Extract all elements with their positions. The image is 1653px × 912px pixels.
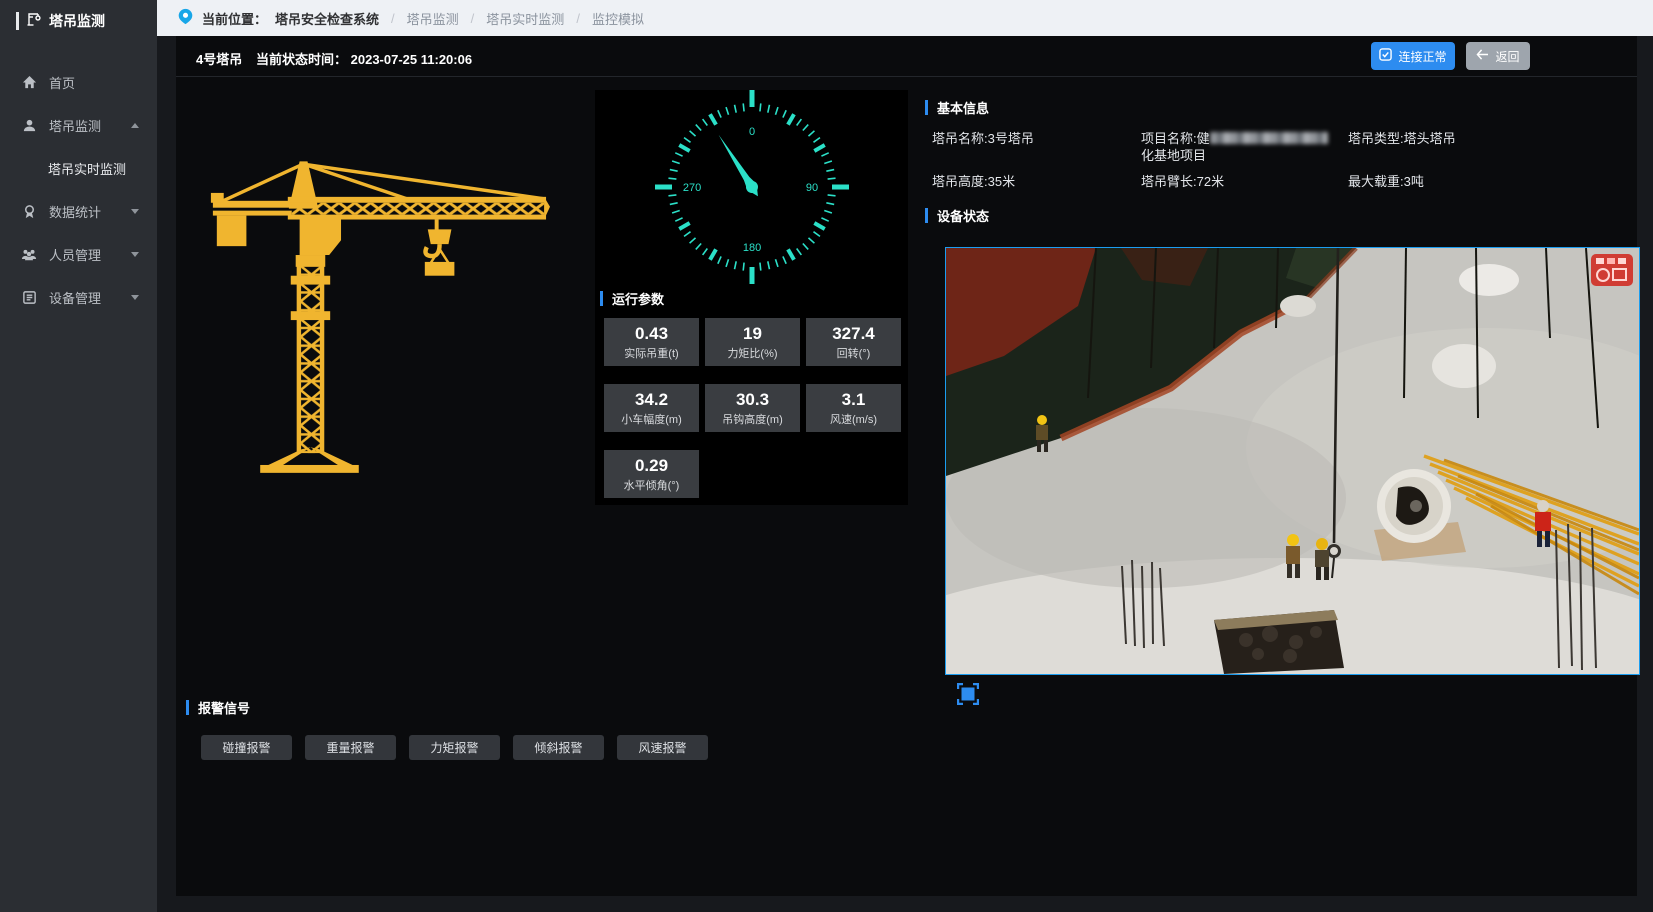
back-button[interactable]: 返回 <box>1466 42 1530 70</box>
sidebar-item-crane-realtime[interactable]: 塔吊实时监测 <box>0 148 157 188</box>
redacted-text <box>1210 132 1328 144</box>
device-icon <box>21 289 37 305</box>
status-time: 当前状态时间： 2023-07-25 11:20:06 <box>256 49 472 68</box>
alarm-buttons: 碰撞报警 重量报警 力矩报警 倾斜报警 风速报警 <box>201 735 708 760</box>
sidebar-item-label: 塔吊监测 <box>49 116 101 135</box>
param-tile: 30.3吊钩高度(m) <box>705 384 800 432</box>
max-load-value: 最大载重:3吨 <box>1348 173 1424 190</box>
sidebar-item-data-stats[interactable]: 数据统计 <box>0 191 157 231</box>
breadcrumb-root[interactable]: 塔吊安全检查系统 <box>275 9 379 28</box>
check-square-icon <box>1379 48 1392 64</box>
back-button-label: 返回 <box>1495 48 1519 65</box>
connect-button-label: 连接正常 <box>1398 48 1446 65</box>
crane-name: 4号塔吊 <box>196 49 242 68</box>
title-accent-bar <box>186 700 189 715</box>
breadcrumb-separator: / <box>391 11 395 26</box>
sidebar-item-label: 首页 <box>49 73 75 92</box>
param-tile: 0.29水平倾角(°) <box>604 450 699 498</box>
stats-badge-icon <box>21 203 37 219</box>
basic-info-section: 基本信息 塔吊名称:3号塔吊 项目名称:健 化基地项目 塔吊类型:塔头塔吊 塔吊… <box>925 98 1640 117</box>
sidebar-item-label: 设备管理 <box>49 288 101 307</box>
gauge-label-0: 0 <box>749 126 755 138</box>
crane-silhouette <box>211 161 550 472</box>
title-accent-bar <box>925 208 928 223</box>
main-panel: 4号塔吊 当前状态时间： 2023-07-25 11:20:06 连接正常 返回 <box>176 36 1637 896</box>
breadcrumb: 当前位置： 塔吊安全检查系统 / 塔吊监测 / 塔吊实时监测 / 监控模拟 <box>157 0 1653 36</box>
fullscreen-icon[interactable] <box>957 683 979 705</box>
alarm-button-wind[interactable]: 风速报警 <box>617 735 708 760</box>
run-params-row: 34.2小车幅度(m) 30.3吊钩高度(m) 3.1风速(m/s) <box>604 384 901 432</box>
device-status-title: 设备状态 <box>925 206 989 225</box>
sidebar-logo: 塔吊监测 <box>0 0 157 42</box>
param-tile: 3.1风速(m/s) <box>806 384 901 432</box>
breadcrumb-item[interactable]: 塔吊监测 <box>407 9 459 28</box>
crane-name-value: 塔吊名称:3号塔吊 <box>932 130 1137 147</box>
chevron-up-icon <box>131 123 139 128</box>
alarm-button-moment[interactable]: 力矩报警 <box>409 735 500 760</box>
run-params-row: 0.29水平倾角(°) <box>604 450 699 498</box>
param-tile: 0.43实际吊重(t) <box>604 318 699 366</box>
gauge-label-90: 90 <box>806 182 818 194</box>
breadcrumb-item[interactable]: 监控模拟 <box>592 9 644 28</box>
gauge-label-180: 180 <box>743 242 761 254</box>
sidebar-item-label: 塔吊实时监测 <box>48 159 126 178</box>
camera-watermark-icon <box>1591 254 1633 286</box>
sidebar-item-personnel[interactable]: 人员管理 <box>0 234 157 274</box>
back-arrow-icon <box>1476 49 1489 63</box>
alarm-button-tilt[interactable]: 倾斜报警 <box>513 735 604 760</box>
chevron-down-icon <box>131 209 139 214</box>
breadcrumb-item[interactable]: 塔吊实时监测 <box>486 9 564 28</box>
param-tile: 19力矩比(%) <box>705 318 800 366</box>
title-accent-bar <box>925 100 928 115</box>
arm-length-value: 塔吊臂长:72米 <box>1141 173 1351 190</box>
tower-crane-illustration <box>205 155 550 495</box>
sidebar-item-home[interactable]: 首页 <box>0 62 157 102</box>
run-params-title: 运行参数 <box>600 289 664 308</box>
crane-logo-icon <box>26 11 42 32</box>
basic-info-title: 基本信息 <box>925 98 1640 117</box>
breadcrumb-separator: / <box>471 11 475 26</box>
param-tile: 34.2小车幅度(m) <box>604 384 699 432</box>
rotation-gauge-panel: 0 90 180 270 运行参数 0.43实际吊重(t) 19力矩比(%) 3… <box>595 90 908 505</box>
crane-height-value: 塔吊高度:35米 <box>932 173 1137 190</box>
home-icon <box>21 74 37 90</box>
breadcrumb-prefix: 当前位置： <box>202 9 267 28</box>
chevron-down-icon <box>131 252 139 257</box>
sidebar-item-label: 人员管理 <box>49 245 101 264</box>
location-pin-icon <box>177 8 194 28</box>
crane-type-value: 塔吊类型:塔头塔吊 <box>1348 130 1456 147</box>
breadcrumb-separator: / <box>576 11 580 26</box>
logo-bar <box>16 12 19 30</box>
connection-status-button[interactable]: 连接正常 <box>1371 42 1455 70</box>
param-tile: 327.4回转(°) <box>806 318 901 366</box>
title-accent-bar <box>600 291 603 306</box>
video-feed[interactable] <box>945 247 1640 675</box>
alarm-section-title: 报警信号 <box>186 698 250 717</box>
sidebar-item-crane-monitor[interactable]: 塔吊监测 <box>0 105 157 145</box>
run-params-row: 0.43实际吊重(t) 19力矩比(%) 327.4回转(°) <box>604 318 901 366</box>
alarm-button-collision[interactable]: 碰撞报警 <box>201 735 292 760</box>
user-icon <box>21 117 37 133</box>
chevron-down-icon <box>131 295 139 300</box>
app-title: 塔吊监测 <box>49 11 105 31</box>
gauge-needle <box>714 132 763 200</box>
people-icon <box>21 246 37 262</box>
sidebar-item-device[interactable]: 设备管理 <box>0 277 157 317</box>
gauge-label-270: 270 <box>683 182 701 194</box>
sidebar-item-label: 数据统计 <box>49 202 101 221</box>
project-name-value: 项目名称:健 化基地项目 <box>1141 130 1351 164</box>
status-bar: 4号塔吊 当前状态时间： 2023-07-25 11:20:06 连接正常 返回 <box>176 36 1637 77</box>
construction-site-scene <box>946 248 1639 674</box>
alarm-button-weight[interactable]: 重量报警 <box>305 735 396 760</box>
rotation-gauge: 0 90 180 270 <box>595 90 908 295</box>
sidebar: 塔吊监测 首页 塔吊监测 塔吊实时监测 数据统计 <box>0 0 157 912</box>
